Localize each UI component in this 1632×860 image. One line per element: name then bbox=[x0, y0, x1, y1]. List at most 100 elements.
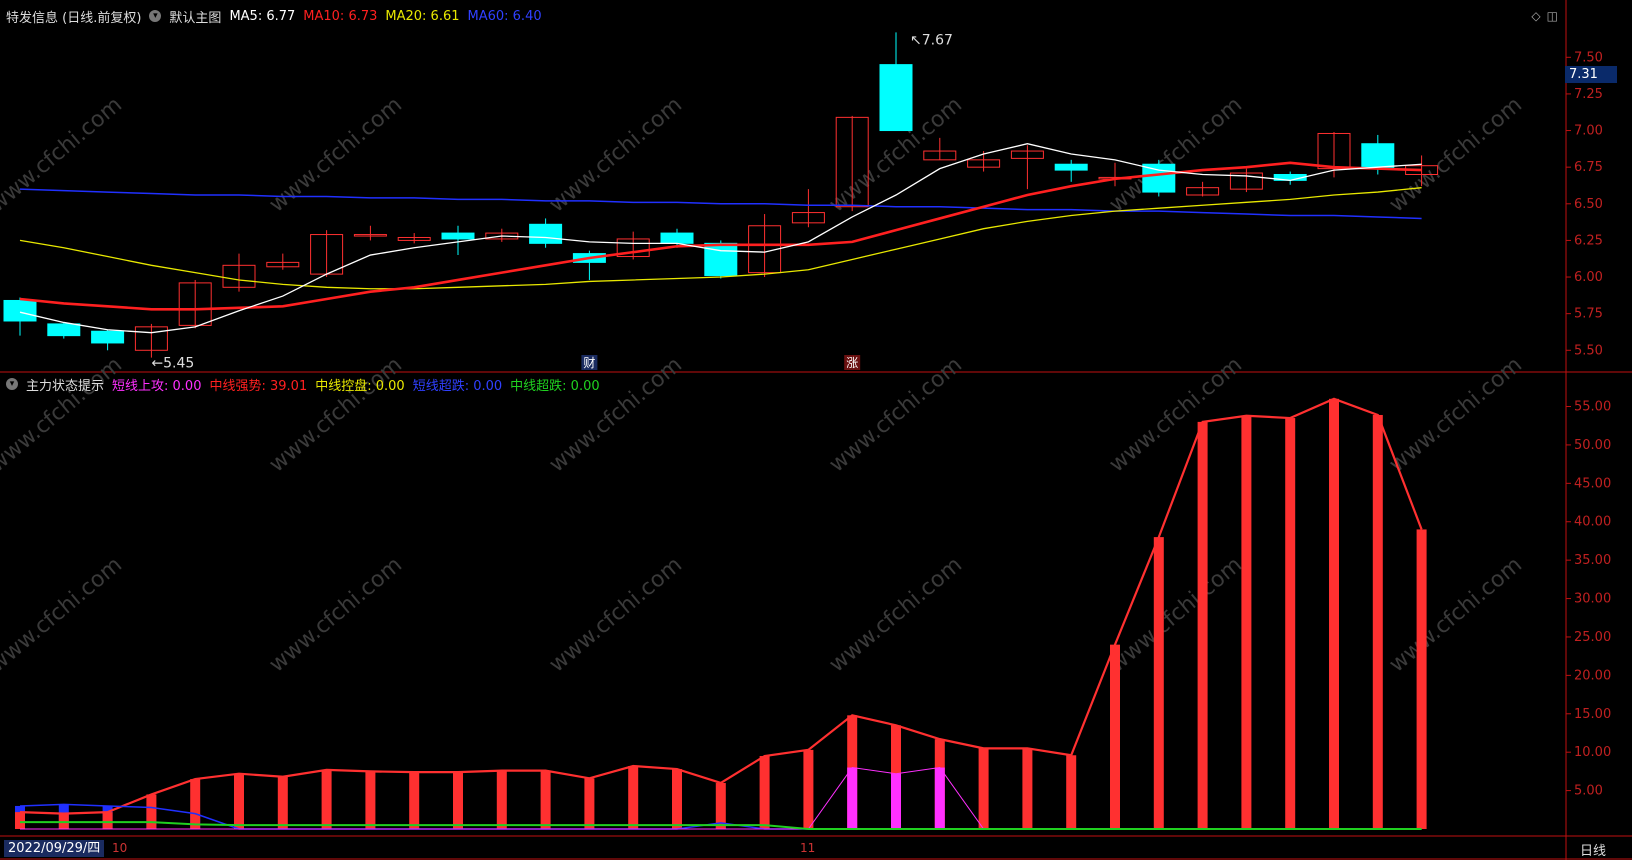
indicator-legend: ▾ 主力状态提示 短线上攻: 0.00 中线强势: 39.01 中线控盘: 0.… bbox=[6, 375, 600, 394]
candle-body-15 bbox=[660, 232, 694, 244]
mid-strong-bar-31 bbox=[1372, 414, 1383, 829]
mid-strong-bar-11 bbox=[496, 770, 507, 829]
high-price-label: ↖7.67 bbox=[910, 32, 953, 48]
price-tick-label-4: 6.50 bbox=[1574, 197, 1603, 212]
indicator-dropdown-icon[interactable]: ▾ bbox=[6, 378, 18, 390]
watermark-0: www.cfchi.com bbox=[0, 92, 127, 217]
mid-strong-bar-32 bbox=[1416, 529, 1427, 829]
candle-body-24 bbox=[1054, 163, 1088, 171]
indicator-title[interactable]: 主力状态提示 bbox=[26, 375, 104, 394]
watermark-4: www.cfchi.com bbox=[1105, 92, 1247, 217]
short-attack-bar-19 bbox=[847, 767, 858, 829]
watermark-12: www.cfchi.com bbox=[0, 552, 127, 677]
price-tick-label-6: 6.00 bbox=[1574, 270, 1603, 285]
mid-strong-bar-24 bbox=[1066, 755, 1077, 829]
short-oversold-label: 短线超跌: 0.00 bbox=[412, 378, 503, 394]
candle-body-10 bbox=[441, 232, 475, 240]
mid-strong-bar-13 bbox=[584, 778, 595, 829]
watermark-15: www.cfchi.com bbox=[825, 552, 967, 677]
mid-strong-bar-12 bbox=[540, 770, 551, 829]
ind-tick-label-8: 15.00 bbox=[1574, 707, 1611, 722]
mid-strong-bar-23 bbox=[1022, 748, 1033, 829]
watermark-5: www.cfchi.com bbox=[1385, 92, 1527, 217]
mid-strong-bar-28 bbox=[1241, 415, 1252, 829]
ind-tick-label-10: 5.00 bbox=[1574, 784, 1603, 799]
template-name[interactable]: 默认主图 bbox=[169, 7, 221, 26]
mid-strong-bar-7 bbox=[321, 769, 332, 829]
cursor-date-box: 2022/09/29/四 bbox=[4, 840, 105, 857]
period-label[interactable]: 日线 bbox=[1580, 840, 1606, 859]
watermark-7: www.cfchi.com bbox=[265, 352, 407, 477]
mid-strong-bar-2 bbox=[102, 812, 113, 829]
mid-strong-bar-8 bbox=[365, 771, 376, 829]
ind-tick-label-6: 25.00 bbox=[1574, 630, 1611, 645]
mid-strong-bar-27 bbox=[1197, 421, 1208, 829]
ma20-label: MA20: 6.61 bbox=[385, 8, 460, 24]
mid-strong-bar-22 bbox=[978, 748, 989, 829]
ind-tick-label-0: 55.00 bbox=[1574, 400, 1611, 415]
candle-body-31 bbox=[1361, 143, 1395, 170]
candle-body-2 bbox=[91, 330, 125, 344]
watermark-11: www.cfchi.com bbox=[1385, 352, 1527, 477]
ind-tick-label-5: 30.00 bbox=[1574, 592, 1611, 607]
short-attack-label: 短线上攻: 0.00 bbox=[112, 378, 202, 394]
stock-title[interactable]: 特发信息 (日线.前复权) bbox=[6, 7, 141, 26]
mid-strong-bar-14 bbox=[628, 766, 639, 829]
low-price-label: ←5.45 bbox=[151, 356, 194, 372]
mid-strong-bar-17 bbox=[759, 756, 770, 829]
mid-strong-bar-25 bbox=[1110, 644, 1120, 829]
ind-tick-label-7: 20.00 bbox=[1574, 668, 1611, 683]
diamond-icon[interactable]: ◇ bbox=[1531, 9, 1540, 23]
month-label-nov: 11 bbox=[800, 841, 816, 855]
mid-control-label: 中线控盘: 0.00 bbox=[315, 378, 405, 394]
mid-strong-bar-3 bbox=[146, 794, 157, 829]
mid-strong-bar-4 bbox=[190, 779, 201, 829]
ma60-label: MA60: 6.40 bbox=[467, 8, 542, 24]
panel-toggle-icon[interactable]: ◫ bbox=[1547, 9, 1558, 23]
ind-tick-label-1: 50.00 bbox=[1574, 438, 1611, 453]
watermark-9: www.cfchi.com bbox=[825, 352, 967, 477]
ma5-line bbox=[19, 143, 1422, 334]
price-tick-label-8: 5.50 bbox=[1574, 343, 1603, 358]
ma10-label: MA10: 6.73 bbox=[303, 8, 378, 24]
main-chart-legend: 特发信息 (日线.前复权) ▾ 默认主图 MA5: 6.77 MA10: 6.7… bbox=[6, 7, 542, 26]
mid-strong-label: 中线强势: 39.01 bbox=[209, 378, 308, 394]
watermark-2: www.cfchi.com bbox=[545, 92, 687, 217]
mid-strong-bar-9 bbox=[409, 772, 420, 829]
month-label-oct: 10 bbox=[112, 841, 128, 855]
stock-chart-window: www.cfchi.com www.cfchi.com www.cfchi.com w… bbox=[0, 0, 1632, 860]
watermark-17: www.cfchi.com bbox=[1385, 552, 1527, 677]
short-attack-bar-21 bbox=[934, 767, 945, 829]
price-tick-label-2: 7.00 bbox=[1574, 124, 1603, 139]
mid-strong-bar-26 bbox=[1153, 537, 1164, 829]
price-tick-label-3: 6.75 bbox=[1574, 160, 1603, 175]
watermark-8: www.cfchi.com bbox=[545, 352, 687, 477]
ma60-line bbox=[19, 188, 1422, 220]
mid-strong-bar-29 bbox=[1285, 418, 1296, 829]
watermark-1: www.cfchi.com bbox=[265, 92, 407, 217]
ind-tick-label-3: 40.00 bbox=[1574, 515, 1611, 530]
candle-body-1 bbox=[47, 323, 81, 337]
candle-body-26 bbox=[1142, 163, 1176, 193]
mid-strong-bar-16 bbox=[715, 782, 726, 829]
marker-zhang: 涨 bbox=[846, 355, 858, 370]
mid-strong-bar-6 bbox=[277, 776, 288, 829]
candle-body-0 bbox=[3, 299, 37, 322]
watermark-13: www.cfchi.com bbox=[265, 552, 407, 677]
mid-strong-bar-0 bbox=[15, 812, 25, 829]
price-tick-label-7: 5.75 bbox=[1574, 307, 1603, 322]
ind-tick-label-9: 10.00 bbox=[1574, 745, 1611, 760]
panel-controls: ◇ ◫ bbox=[1531, 9, 1558, 23]
mid-strong-bar-30 bbox=[1329, 398, 1339, 829]
marker-cai: 财 bbox=[583, 356, 595, 370]
price-tick-label-0: 7.50 bbox=[1574, 50, 1603, 65]
chart-canvas[interactable]: www.cfchi.com www.cfchi.com www.cfchi.com w… bbox=[0, 0, 1632, 860]
ma5-label: MA5: 6.77 bbox=[229, 8, 296, 24]
mid-strong-bar-5 bbox=[234, 773, 244, 829]
mid-strong-bar-10 bbox=[453, 772, 463, 829]
mid-strong-line bbox=[19, 397, 1423, 815]
template-dropdown-icon[interactable]: ▾ bbox=[149, 10, 162, 22]
mid-strong-bar-15 bbox=[672, 769, 682, 829]
watermark-6: www.cfchi.com bbox=[0, 352, 127, 477]
watermark-10: www.cfchi.com bbox=[1105, 352, 1247, 477]
